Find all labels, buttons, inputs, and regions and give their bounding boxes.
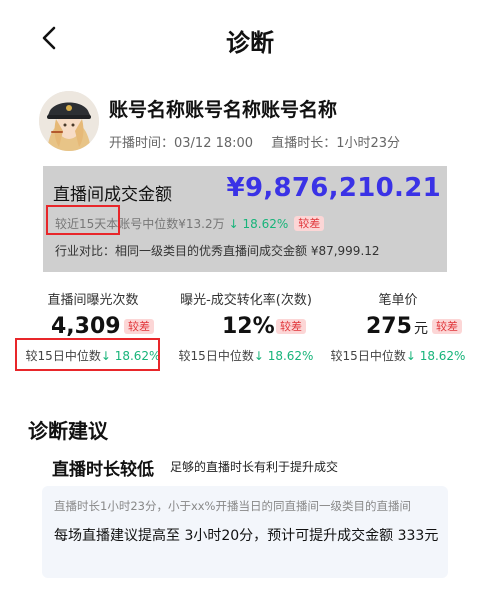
highlight-box: [46, 205, 120, 235]
gmv-compare-change: ↓ 18.62%: [228, 216, 289, 231]
metric-compare: 较15日中位数↓ 18.62%: [178, 349, 314, 363]
advice-title: 直播时长较低: [52, 460, 154, 480]
page-title: 诊断: [226, 29, 274, 57]
status-badge: 较差: [432, 319, 462, 334]
gmv-status-badge: 较差: [294, 216, 325, 231]
gmv-label: 直播间成交金额: [53, 185, 172, 205]
top-bar: 诊断: [0, 0, 500, 78]
metric-value: 12%: [222, 314, 275, 339]
advice-suggestion: 每场直播建议提高至 3小时20分，预计可提升成交金额 333元: [54, 528, 439, 544]
gmv-industry-compare: 行业对比：相同一级类目的优秀直播间成交金额 ¥87,999.12: [55, 244, 380, 258]
account-meta: 开播时间：03/12 18:00 直播时长：1小时23分: [109, 132, 414, 151]
metric-value: 275 元: [366, 314, 428, 339]
metric-conversion: 曝光-成交转化率(次数) 12% 较差 较15日中位数↓ 18.62%: [166, 289, 326, 369]
metric-avg-order-price: 笔单价 275 元 较差 较15日中位数↓ 18.62%: [318, 289, 478, 369]
metric-title: 直播间曝光次数: [47, 293, 139, 308]
metric-value: 4,309: [51, 314, 121, 339]
gmv-value: ¥9,876,210.21: [226, 173, 441, 203]
account-name: 账号名称账号名称账号名称: [109, 99, 338, 121]
highlight-box: [15, 338, 160, 371]
status-badge: 较差: [124, 319, 154, 334]
metric-title: 曝光-成交转化率(次数): [180, 293, 312, 308]
advice-description: 直播时长1小时23分，小于xx%开播当日的同直播间一级类目的直播间: [54, 499, 411, 513]
metric-compare: 较15日中位数↓ 18.62%: [330, 349, 466, 363]
status-badge: 较差: [276, 319, 306, 334]
section-title: 诊断建议: [28, 419, 108, 443]
avatar: [39, 91, 99, 151]
start-time: 开播时间：03/12 18:00: [109, 136, 254, 151]
advice-card: 直播时长1小时23分，小于xx%开播当日的同直播间一级类目的直播间 每场直播建议…: [42, 486, 448, 578]
metric-title: 笔单价: [378, 293, 418, 308]
live-duration: 直播时长：1小时23分: [271, 136, 401, 151]
advice-subtitle: 足够的直播时长有利于提升成交: [170, 460, 339, 474]
diagnosis-page: 诊断 账号名称账号名称账号名称 开播时间：03/12 18:00 直播时长：1小…: [0, 0, 500, 603]
